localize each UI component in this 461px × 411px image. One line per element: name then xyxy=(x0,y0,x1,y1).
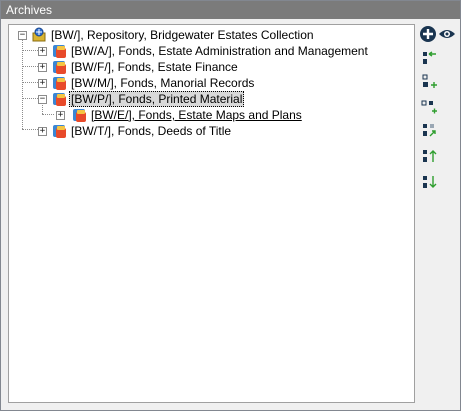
archive-tree[interactable]: − [BW/], Repository, Bridgewater Estates… xyxy=(8,24,415,403)
expand-toggle[interactable]: + xyxy=(38,79,47,88)
expand-toggle[interactable]: + xyxy=(38,47,47,56)
tree-node-label[interactable]: [BW/], Repository, Bridgewater Estates C… xyxy=(49,27,316,43)
fonds-icon xyxy=(53,61,66,74)
view-icon[interactable] xyxy=(438,25,456,43)
collapse-toggle[interactable]: − xyxy=(38,95,47,104)
collapse-toggle[interactable]: − xyxy=(18,31,27,40)
tree-node-root[interactable]: − [BW/], Repository, Bridgewater Estates… xyxy=(9,27,409,43)
repository-icon xyxy=(32,27,46,42)
move-left-icon[interactable] xyxy=(420,49,438,67)
expand-toggle[interactable]: + xyxy=(38,63,47,72)
add-icon[interactable] xyxy=(419,25,437,43)
tree-node-label[interactable]: [BW/M/], Fonds, Manorial Records xyxy=(69,75,256,91)
tree-node-bw-m[interactable]: + [BW/M/], Fonds, Manorial Records xyxy=(9,75,409,91)
tree-node-label[interactable]: [BW/T/], Fonds, Deeds of Title xyxy=(69,123,233,139)
tree-node-bw-a[interactable]: + [BW/A/], Fonds, Estate Administration … xyxy=(9,43,409,59)
add-child-icon[interactable] xyxy=(420,73,438,91)
tree-node-label[interactable]: [BW/A/], Fonds, Estate Administration an… xyxy=(69,43,370,59)
expand-toggle[interactable]: + xyxy=(56,111,65,120)
add-sibling-icon[interactable] xyxy=(420,97,438,115)
tree-node-bw-f[interactable]: + [BW/F/], Fonds, Estate Finance xyxy=(9,59,409,75)
fonds-icon xyxy=(53,93,66,106)
move-down-icon[interactable] xyxy=(420,173,438,191)
tree-node-bw-e[interactable]: + [BW/E/], Fonds, Estate Maps and Plans xyxy=(9,107,409,123)
replace-icon[interactable] xyxy=(420,121,438,139)
move-up-icon[interactable] xyxy=(420,147,438,165)
expand-toggle[interactable]: + xyxy=(38,127,47,136)
panel-title: Archives xyxy=(1,1,460,19)
tree-node-bw-p[interactable]: − [BW/P/], Fonds, Printed Material xyxy=(9,91,409,107)
tree-node-label-selected[interactable]: [BW/P/], Fonds, Printed Material xyxy=(69,91,245,107)
archives-panel: Archives − [BW/], Repository, Bridgewate… xyxy=(0,0,461,411)
fonds-icon xyxy=(53,77,66,90)
fonds-icon xyxy=(53,125,66,138)
tree-node-label[interactable]: [BW/F/], Fonds, Estate Finance xyxy=(69,59,240,75)
fonds-icon xyxy=(73,109,86,122)
tree-node-label[interactable]: [BW/E/], Fonds, Estate Maps and Plans xyxy=(89,107,304,123)
tree-node-bw-t[interactable]: + [BW/T/], Fonds, Deeds of Title xyxy=(9,123,409,139)
fonds-icon xyxy=(53,45,66,58)
